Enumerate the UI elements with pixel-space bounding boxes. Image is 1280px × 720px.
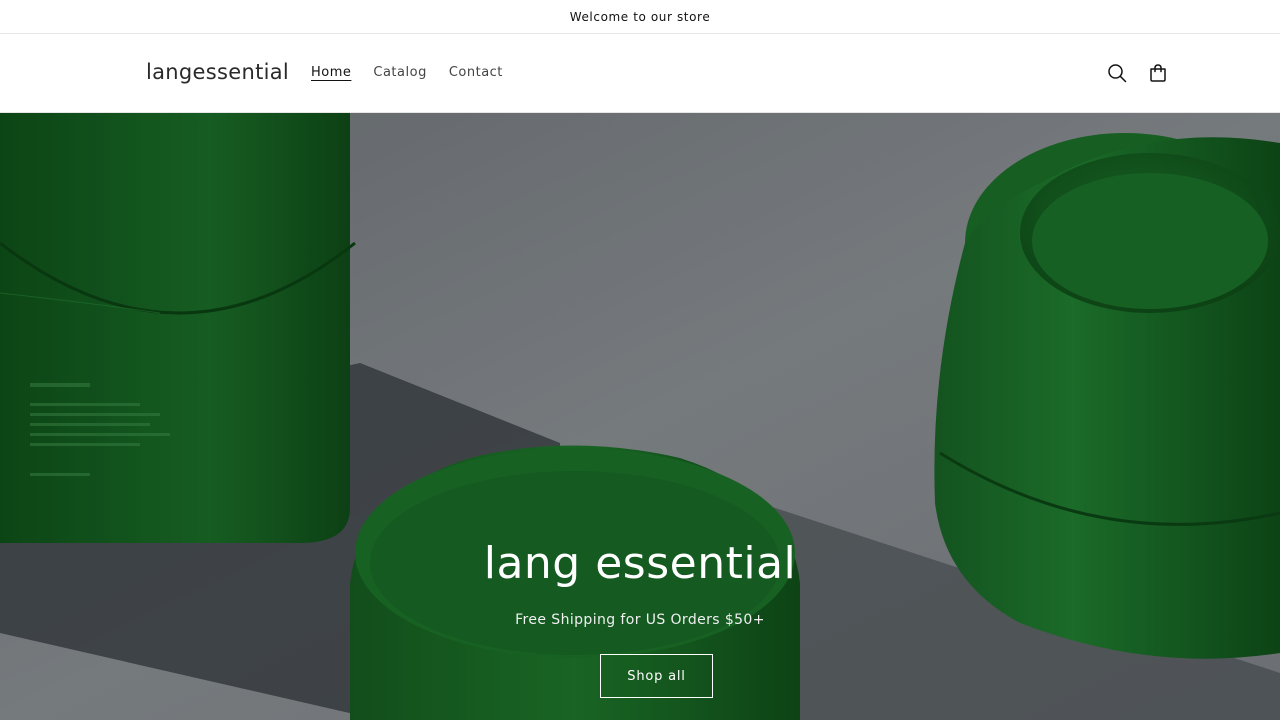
nav-home[interactable]: Home xyxy=(311,65,351,80)
hero-title: lang essential xyxy=(483,538,797,589)
nav-contact[interactable]: Contact xyxy=(449,65,503,80)
nav-catalog[interactable]: Catalog xyxy=(373,65,426,80)
announcement-bar: Welcome to our store xyxy=(0,0,1280,34)
site-header: langessential Home Catalog Contact xyxy=(0,34,1280,113)
store-logo[interactable]: langessential xyxy=(146,60,289,84)
hero-background-image xyxy=(0,113,1280,720)
cart-icon[interactable] xyxy=(1147,62,1169,84)
announcement-text: Welcome to our store xyxy=(569,9,711,24)
hero-subtitle: Free Shipping for US Orders $50+ xyxy=(515,612,765,628)
shop-all-button[interactable]: Shop all xyxy=(600,654,713,698)
search-icon[interactable] xyxy=(1106,62,1128,84)
main-nav: Home Catalog Contact xyxy=(311,65,503,80)
hero-banner xyxy=(0,113,1280,720)
